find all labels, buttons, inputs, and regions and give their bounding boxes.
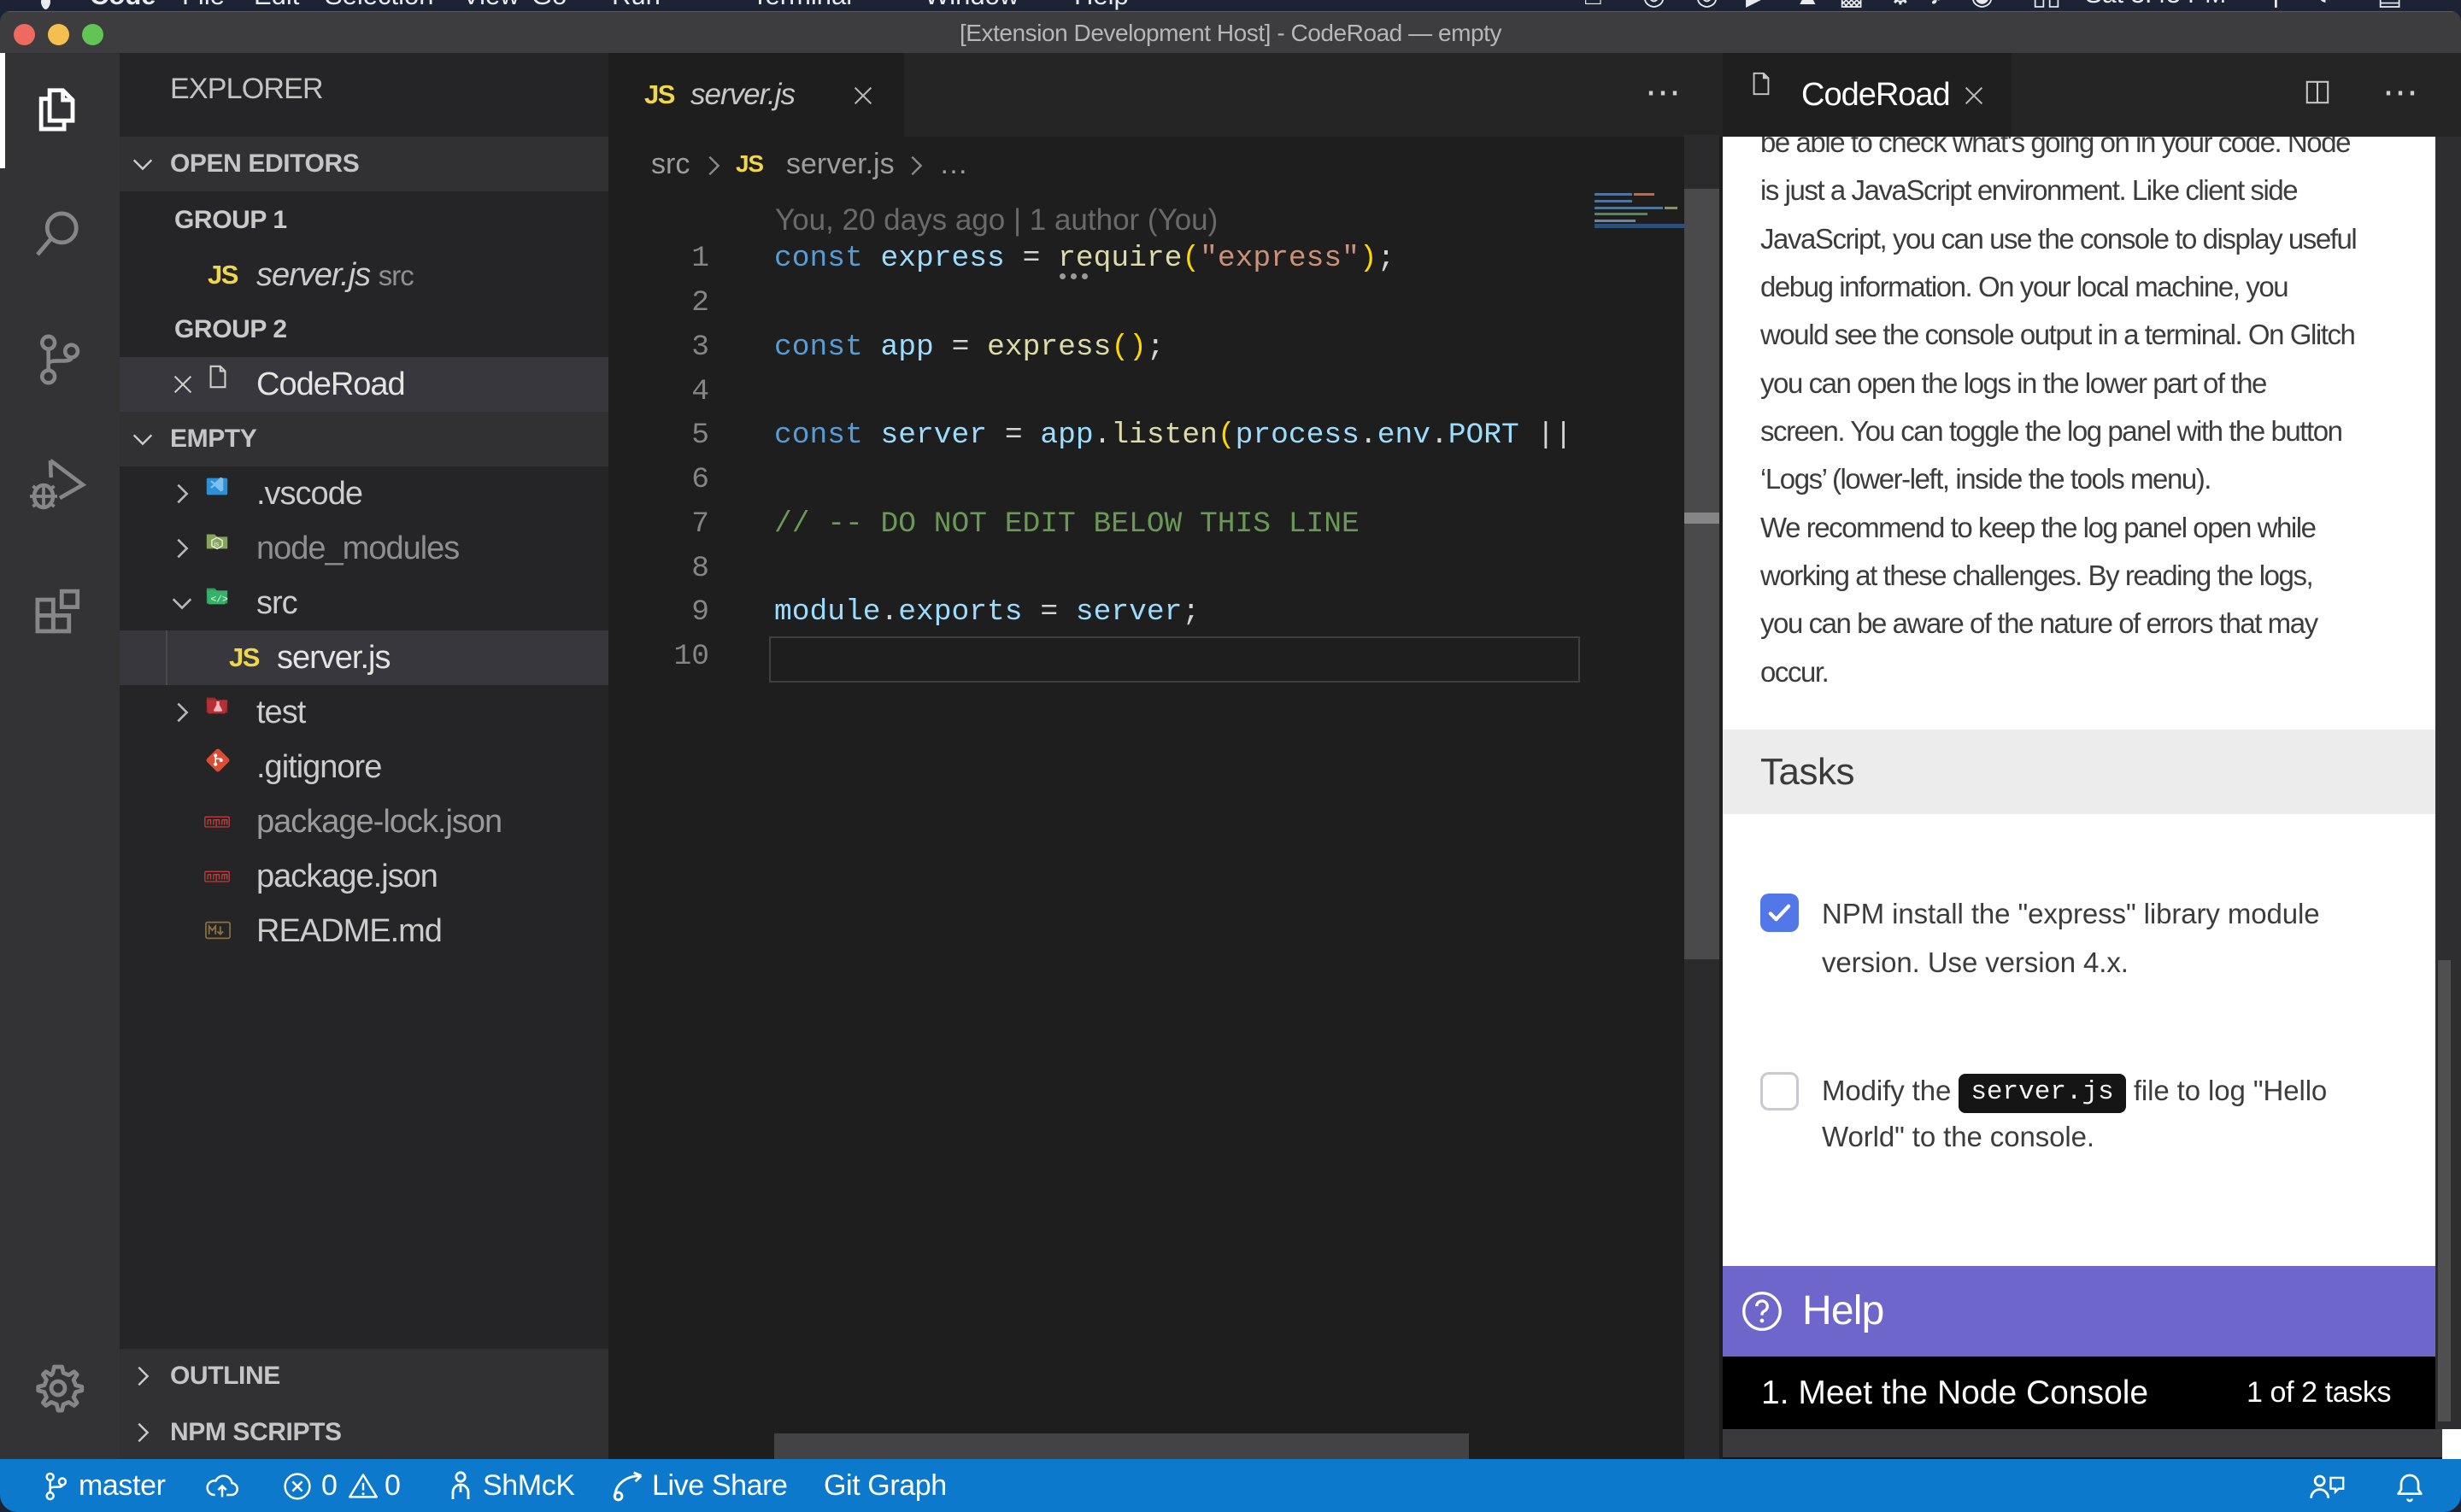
svg-text:js: js bbox=[213, 540, 219, 548]
svg-text:</>: </> bbox=[211, 595, 229, 606]
